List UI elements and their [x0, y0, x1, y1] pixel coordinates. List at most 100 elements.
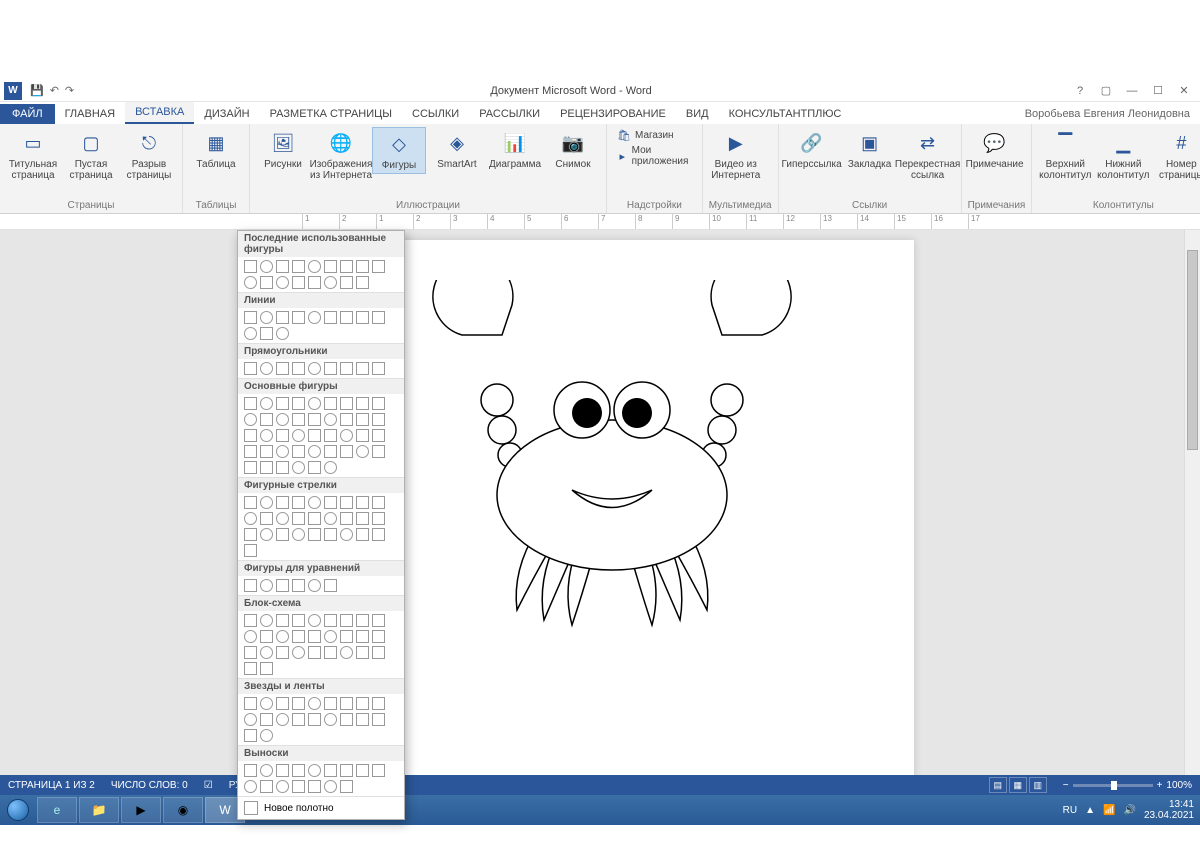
shape-item[interactable]	[292, 646, 305, 659]
shape-item[interactable]	[276, 311, 289, 324]
shape-item[interactable]	[340, 713, 353, 726]
shape-item[interactable]	[324, 630, 337, 643]
shape-item[interactable]	[260, 579, 273, 592]
shape-item[interactable]	[260, 260, 273, 273]
shape-item[interactable]	[356, 496, 369, 509]
shape-item[interactable]	[260, 496, 273, 509]
ribbon-button[interactable]: ◇Фигуры	[372, 127, 426, 174]
tab-view[interactable]: ВИД	[676, 104, 719, 124]
shape-item[interactable]	[356, 528, 369, 541]
shape-item[interactable]	[260, 362, 273, 375]
shape-item[interactable]	[244, 397, 257, 410]
tray-lang[interactable]: RU	[1063, 805, 1077, 816]
shape-item[interactable]	[356, 713, 369, 726]
tab-insert[interactable]: ВСТАВКА	[125, 102, 194, 124]
shape-item[interactable]	[276, 713, 289, 726]
shape-item[interactable]	[244, 630, 257, 643]
shape-item[interactable]	[308, 496, 321, 509]
shape-item[interactable]	[356, 630, 369, 643]
shape-item[interactable]	[292, 579, 305, 592]
shape-item[interactable]	[340, 528, 353, 541]
shape-item[interactable]	[356, 260, 369, 273]
shape-item[interactable]	[308, 397, 321, 410]
shape-item[interactable]	[308, 260, 321, 273]
shape-item[interactable]	[324, 362, 337, 375]
ribbon-button[interactable]: ▔Верхний колонтитул	[1038, 127, 1092, 183]
shape-item[interactable]	[260, 276, 273, 289]
vertical-scrollbar[interactable]	[1184, 230, 1200, 785]
shape-item[interactable]	[356, 512, 369, 525]
shape-item[interactable]	[244, 413, 257, 426]
ribbon-button[interactable]: 🔗Гиперссылка	[785, 127, 839, 172]
shape-item[interactable]	[308, 579, 321, 592]
shape-item[interactable]	[308, 713, 321, 726]
shape-item[interactable]	[308, 512, 321, 525]
shape-item[interactable]	[324, 780, 337, 793]
shape-item[interactable]	[308, 276, 321, 289]
horizontal-ruler[interactable]: 121234567891011121314151617	[0, 214, 1200, 230]
ribbon-button[interactable]: ◈SmartArt	[430, 127, 484, 172]
shape-item[interactable]	[340, 445, 353, 458]
status-words[interactable]: ЧИСЛО СЛОВ: 0	[111, 780, 188, 791]
shape-item[interactable]	[260, 697, 273, 710]
shape-item[interactable]	[276, 413, 289, 426]
shape-item[interactable]	[324, 697, 337, 710]
shape-item[interactable]	[244, 544, 257, 557]
taskbar-explorer[interactable]: 📁	[79, 797, 119, 823]
shape-item[interactable]	[276, 614, 289, 627]
tab-home[interactable]: ГЛАВНАЯ	[55, 104, 125, 124]
shape-item[interactable]	[340, 780, 353, 793]
shape-item[interactable]	[260, 445, 273, 458]
shape-item[interactable]	[340, 413, 353, 426]
shape-item[interactable]	[340, 260, 353, 273]
shape-item[interactable]	[244, 311, 257, 324]
shape-item[interactable]	[260, 327, 273, 340]
shape-item[interactable]	[340, 362, 353, 375]
shape-item[interactable]	[292, 528, 305, 541]
shape-item[interactable]	[324, 528, 337, 541]
shape-item[interactable]	[308, 780, 321, 793]
shape-item[interactable]	[372, 362, 385, 375]
shape-item[interactable]	[308, 429, 321, 442]
ribbon-small-button[interactable]: ▸Мои приложения	[613, 144, 696, 168]
shape-item[interactable]	[340, 646, 353, 659]
shape-item[interactable]	[292, 311, 305, 324]
shape-item[interactable]	[276, 512, 289, 525]
shape-item[interactable]	[260, 429, 273, 442]
shape-item[interactable]	[356, 413, 369, 426]
shape-item[interactable]	[292, 630, 305, 643]
ribbon-small-button[interactable]: 🛍Магазин	[613, 127, 696, 143]
shape-item[interactable]	[308, 697, 321, 710]
tab-review[interactable]: РЕЦЕНЗИРОВАНИЕ	[550, 104, 676, 124]
shape-item[interactable]	[260, 662, 273, 675]
shape-item[interactable]	[372, 764, 385, 777]
tray-network-icon[interactable]: 📶	[1103, 805, 1115, 816]
shape-item[interactable]	[260, 646, 273, 659]
shape-item[interactable]	[292, 397, 305, 410]
tray-clock[interactable]: 13:41 23.04.2021	[1144, 799, 1194, 821]
shape-item[interactable]	[372, 429, 385, 442]
shape-item[interactable]	[260, 461, 273, 474]
ribbon-button[interactable]: ▁Нижний колонтитул	[1096, 127, 1150, 183]
shape-item[interactable]	[276, 362, 289, 375]
close-button[interactable]: ✕	[1172, 82, 1196, 100]
shape-item[interactable]	[260, 713, 273, 726]
ribbon-button[interactable]: 📊Диаграмма	[488, 127, 542, 172]
shape-item[interactable]	[356, 697, 369, 710]
shape-item[interactable]	[372, 445, 385, 458]
shape-item[interactable]	[260, 413, 273, 426]
ribbon-button[interactable]: ⇄Перекрестная ссылка	[901, 127, 955, 183]
ribbon-button[interactable]: ▣Закладка	[843, 127, 897, 172]
shape-item[interactable]	[292, 780, 305, 793]
shape-item[interactable]	[324, 646, 337, 659]
shape-item[interactable]	[244, 646, 257, 659]
shape-item[interactable]	[260, 630, 273, 643]
taskbar-chrome[interactable]: ◉	[163, 797, 203, 823]
shape-item[interactable]	[244, 260, 257, 273]
shape-item[interactable]	[276, 397, 289, 410]
shape-item[interactable]	[244, 496, 257, 509]
shape-item[interactable]	[372, 528, 385, 541]
shape-item[interactable]	[356, 646, 369, 659]
shape-item[interactable]	[276, 260, 289, 273]
tab-design[interactable]: ДИЗАЙН	[194, 104, 259, 124]
